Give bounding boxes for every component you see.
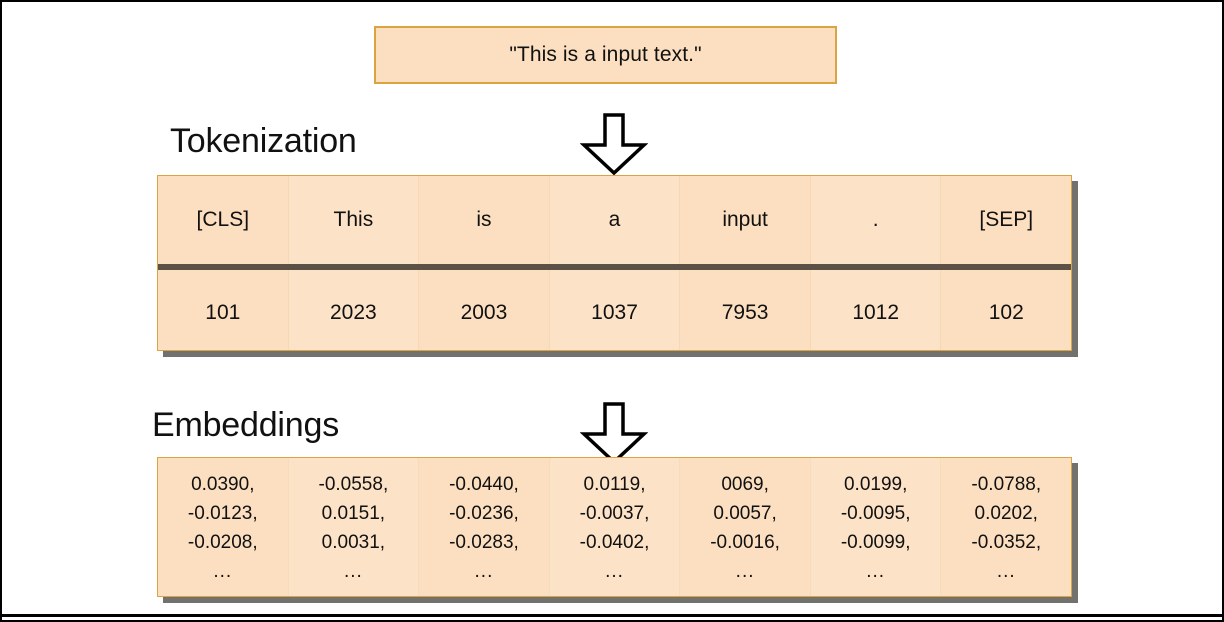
embedding-column: 0.0199, -0.0095, -0.0099, ... <box>810 458 942 596</box>
token-id-cell: 101 <box>158 270 289 350</box>
tokenization-table: [CLS] This is a input . [SEP] 101 2023 2… <box>157 175 1072 351</box>
embedding-column: 0.0390, -0.0123, -0.0208, ... <box>158 458 289 596</box>
embedding-value: -0.0208, <box>187 532 258 553</box>
token-cell: . <box>810 176 942 264</box>
embedding-value: 0.0202, <box>974 503 1038 524</box>
section-heading-tokenization: Tokenization <box>170 122 357 160</box>
token-cell: input <box>680 176 811 264</box>
embedding-value: -0.0558, <box>318 474 389 495</box>
embeddings-table: 0.0390, -0.0123, -0.0208, ... -0.0558, 0… <box>157 457 1072 597</box>
section-heading-embeddings: Embeddings <box>152 406 340 444</box>
token-cell: [SEP] <box>979 208 1034 231</box>
token-id-cell: 102 <box>988 301 1024 324</box>
embedding-value: -0.0236, <box>449 503 519 524</box>
embedding-value: 0.0151, <box>321 503 386 524</box>
token-cell: [CLS] <box>158 176 289 264</box>
embedding-value: -0.0283, <box>449 532 519 553</box>
token-id-cell: 7953 <box>680 270 811 350</box>
down-arrow-icon <box>579 402 649 465</box>
input-text-label: "This is a input text." <box>509 43 702 66</box>
token-id-cell: 1012 <box>810 270 942 350</box>
embedding-value: -0.0099, <box>840 532 911 553</box>
token-id-cell: 1037 <box>549 270 681 350</box>
embedding-value: -0.0095, <box>840 503 911 524</box>
token-id-cell: 2003 <box>419 270 550 350</box>
embedding-value: 0.0390, <box>191 474 255 495</box>
embedding-ellipsis: ... <box>996 561 1016 582</box>
token-cell: is <box>419 176 550 264</box>
token-cell: This <box>288 176 420 264</box>
embedding-column: 0069, 0.0057, -0.0016, ... <box>680 458 811 596</box>
embedding-value: 0.0031, <box>321 532 386 553</box>
embedding-ellipsis: ... <box>735 561 755 582</box>
embedding-column: -0.0558, 0.0151, 0.0031, ... <box>288 458 420 596</box>
embedding-value: 0.0119, <box>583 474 646 495</box>
embedding-value: -0.0016, <box>710 532 780 553</box>
embedding-ellipsis: ... <box>474 561 494 582</box>
embedding-value: -0.0402, <box>579 532 650 553</box>
embedding-ellipsis: ... <box>213 561 233 582</box>
embedding-ellipsis: ... <box>866 561 886 582</box>
input-text-box: "This is a input text." <box>374 26 837 84</box>
embedding-ellipsis: ... <box>343 561 363 582</box>
token-cell: a <box>549 176 681 264</box>
embedding-value: -0.0037, <box>579 503 650 524</box>
embedding-value: -0.0440, <box>449 474 519 495</box>
token-row: [CLS] This is a input . [SEP] <box>158 176 1071 264</box>
bottom-divider-rule <box>2 614 1222 617</box>
embedding-value: 0069, <box>721 474 769 495</box>
embedding-value: -0.0788, <box>971 474 1042 495</box>
down-arrow-icon <box>579 113 649 176</box>
embedding-value: -0.0123, <box>187 503 258 524</box>
token-id-cell: 2023 <box>288 270 420 350</box>
embedding-column: -0.0788, 0.0202, -0.0352, ... <box>941 458 1071 596</box>
embedding-value: 0.0057, <box>713 503 777 524</box>
token-id-row: 101 2023 2003 1037 7953 1012 102 <box>158 270 1071 350</box>
embedding-ellipsis: ... <box>605 561 624 582</box>
embedding-column: 0.0119, -0.0037, -0.0402, ... <box>549 458 681 596</box>
embedding-value: -0.0352, <box>971 532 1042 553</box>
diagram-canvas: "This is a input text." Tokenization [CL… <box>0 0 1224 622</box>
embedding-value: 0.0199, <box>843 474 908 495</box>
embedding-column: -0.0440, -0.0236, -0.0283, ... <box>419 458 550 596</box>
